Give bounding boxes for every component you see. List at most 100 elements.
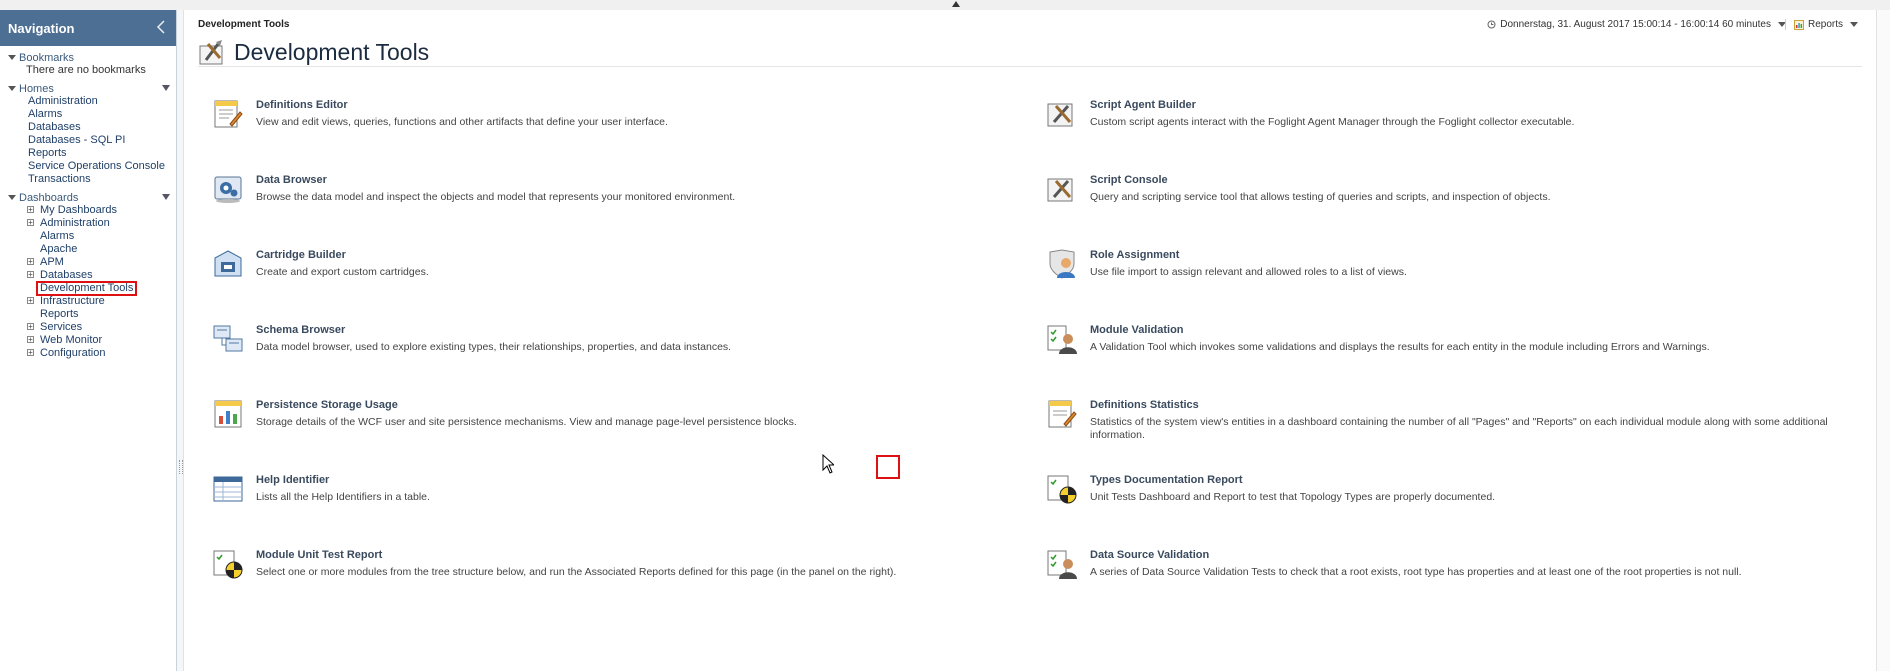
expand-triangle-icon[interactable] [8,55,16,60]
sidebar-splitter[interactable] [177,10,184,671]
tool-cartridge-builder[interactable]: Cartridge Builder Create and export custo… [212,248,429,280]
dashboard-item-infrastructure[interactable]: + Infrastructure [0,295,176,308]
tool-module-unit-test-report[interactable]: Module Unit Test Report Select one or mor… [212,548,896,580]
expand-plus-icon[interactable]: + [27,271,34,279]
tool-description: Statistics of the system view's entities… [1090,416,1828,441]
home-link-alarms[interactable]: Alarms [0,108,176,121]
tool-description: A Validation Tool which invokes some val… [1090,341,1710,353]
tool-description: Query and scripting service tool that al… [1090,191,1551,203]
bookmarks-label: Bookmarks [19,51,75,64]
homes-section: Homes Administration Alarms Databases Da… [0,82,176,186]
expand-plus-icon[interactable]: + [27,336,34,344]
time-range-selector[interactable]: Donnerstag, 31. August 2017 15:00:14 - 1… [1487,19,1786,30]
focus-highlight-box [876,455,900,479]
expand-triangle-icon[interactable] [8,195,16,200]
tool-name[interactable]: Types Documentation Report [1090,474,1495,486]
no-bookmarks-text: There are no bookmarks [26,64,146,76]
dashboard-item-apm[interactable]: + APM [0,256,176,269]
tool-name[interactable]: Role Assignment [1090,249,1407,261]
tool-data-source-validation[interactable]: Data Source Validation A series of Data S… [1046,548,1742,580]
dashboards-header[interactable]: Dashboards [0,191,176,204]
data-source-validation-icon [1047,550,1077,579]
splitter-grip-icon[interactable] [179,460,183,474]
dashboard-item-administration[interactable]: + Administration [0,217,176,230]
home-link-databases[interactable]: Databases [0,121,176,134]
expand-plus-icon[interactable]: + [27,349,34,357]
definitions-statistics-icon [1048,400,1077,428]
reports-icon [1793,19,1804,30]
tool-name[interactable]: Data Browser [256,174,735,186]
collapse-header-icon[interactable] [952,1,960,7]
page-title: Development Tools [234,38,430,65]
tool-data-browser[interactable]: Data Browser Browse the data model and in… [212,173,735,205]
tool-name[interactable]: Module Validation [1090,324,1710,336]
home-link-administration[interactable]: Administration [0,95,176,108]
homes-header[interactable]: Homes [0,82,176,95]
tool-description: Browse the data model and inspect the ob… [256,191,736,203]
tool-script-agent-builder[interactable]: Script Agent Builder Custom script agents… [1046,98,1574,130]
tool-name[interactable]: Help Identifier [256,474,430,486]
title-divider [198,66,1862,67]
dashboard-item-reports[interactable]: Reports [0,308,176,321]
reports-menu[interactable]: Reports [1784,19,1858,30]
expand-plus-icon[interactable]: + [27,206,34,214]
schema-browser-icon [213,325,243,352]
dashboard-item-my-dashboards[interactable]: + My Dashboards [0,204,176,217]
dashboard-item-services[interactable]: + Services [0,321,176,334]
tool-description: Unit Tests Dashboard and Report to test … [1090,491,1496,503]
tool-help-identifier[interactable]: Help Identifier Lists all the Help Identi… [212,473,430,505]
cartridge-builder-icon [214,250,242,277]
tool-script-console[interactable]: Script Console Query and scripting servic… [1046,173,1551,205]
tool-definitions-statistics[interactable]: Definitions Statistics Statistics of the … [1046,398,1876,442]
help-identifier-icon [213,476,243,502]
breadcrumb: Development Tools [198,19,290,30]
tool-persistence-storage-usage[interactable]: Persistence Storage Usage Storage details… [212,398,797,430]
persistence-storage-icon [214,400,242,428]
tool-module-validation[interactable]: Module Validation A Validation Tool which… [1046,323,1710,355]
tool-definitions-editor[interactable]: Definitions Editor View and edit views, q… [212,98,668,130]
tool-name[interactable]: Definitions Statistics [1090,399,1876,411]
dashboard-item-configuration[interactable]: + Configuration [0,347,176,360]
tool-name[interactable]: Script Console [1090,174,1551,186]
module-unit-test-icon [213,550,243,579]
expand-plus-icon[interactable]: + [27,297,34,305]
chevron-down-icon[interactable] [1850,22,1858,27]
filter-icon[interactable] [162,194,170,200]
expand-plus-icon[interactable]: + [27,258,34,266]
script-console-icon [1047,178,1073,202]
tool-description: Lists all the Help Identifiers in a tabl… [256,491,430,503]
dashboard-item-web-monitor[interactable]: + Web Monitor [0,334,176,347]
dashboard-item-alarms[interactable]: Alarms [0,230,176,243]
home-link-reports[interactable]: Reports [0,147,176,160]
module-validation-icon [1047,325,1077,354]
right-scrollbar[interactable] [1876,10,1890,671]
navigation-sidebar: Navigation Bookmarks There are no bookma… [0,10,177,671]
tool-name[interactable]: Persistence Storage Usage [256,399,797,411]
page-title-row: Development Tools [198,38,429,66]
collapse-sidebar-icon[interactable] [154,18,168,36]
tool-name[interactable]: Schema Browser [256,324,731,336]
expand-plus-icon[interactable]: + [27,323,34,331]
tool-name[interactable]: Cartridge Builder [256,249,429,261]
dashboard-item-development-tools[interactable]: Development Tools [0,281,176,296]
tool-name[interactable]: Module Unit Test Report [256,549,896,561]
mouse-cursor-icon [822,454,834,474]
tool-types-documentation-report[interactable]: Types Documentation Report Unit Tests Das… [1046,473,1495,505]
tool-schema-browser[interactable]: Schema Browser Data model browser, used t… [212,323,731,355]
tool-name[interactable]: Data Source Validation [1090,549,1742,561]
time-range-icon [1487,20,1496,29]
filter-icon[interactable] [162,85,170,91]
dashboards-label: Dashboards [19,191,79,204]
tool-name[interactable]: Definitions Editor [256,99,668,111]
script-agent-builder-icon [1047,103,1073,127]
tool-name[interactable]: Script Agent Builder [1090,99,1574,111]
reports-label: Reports [1807,19,1843,30]
dashboard-item-apache[interactable]: Apache [0,243,176,256]
home-link-service-operations-console[interactable]: Service Operations Console [0,160,176,173]
bookmarks-header[interactable]: Bookmarks [0,51,176,64]
tool-role-assignment[interactable]: Role Assignment Use file import to assign… [1046,248,1407,280]
home-link-transactions[interactable]: Transactions [0,173,176,186]
expand-plus-icon[interactable]: + [27,219,34,227]
expand-triangle-icon[interactable] [8,86,16,91]
home-link-databases-sql-pi[interactable]: Databases - SQL PI [0,134,176,147]
